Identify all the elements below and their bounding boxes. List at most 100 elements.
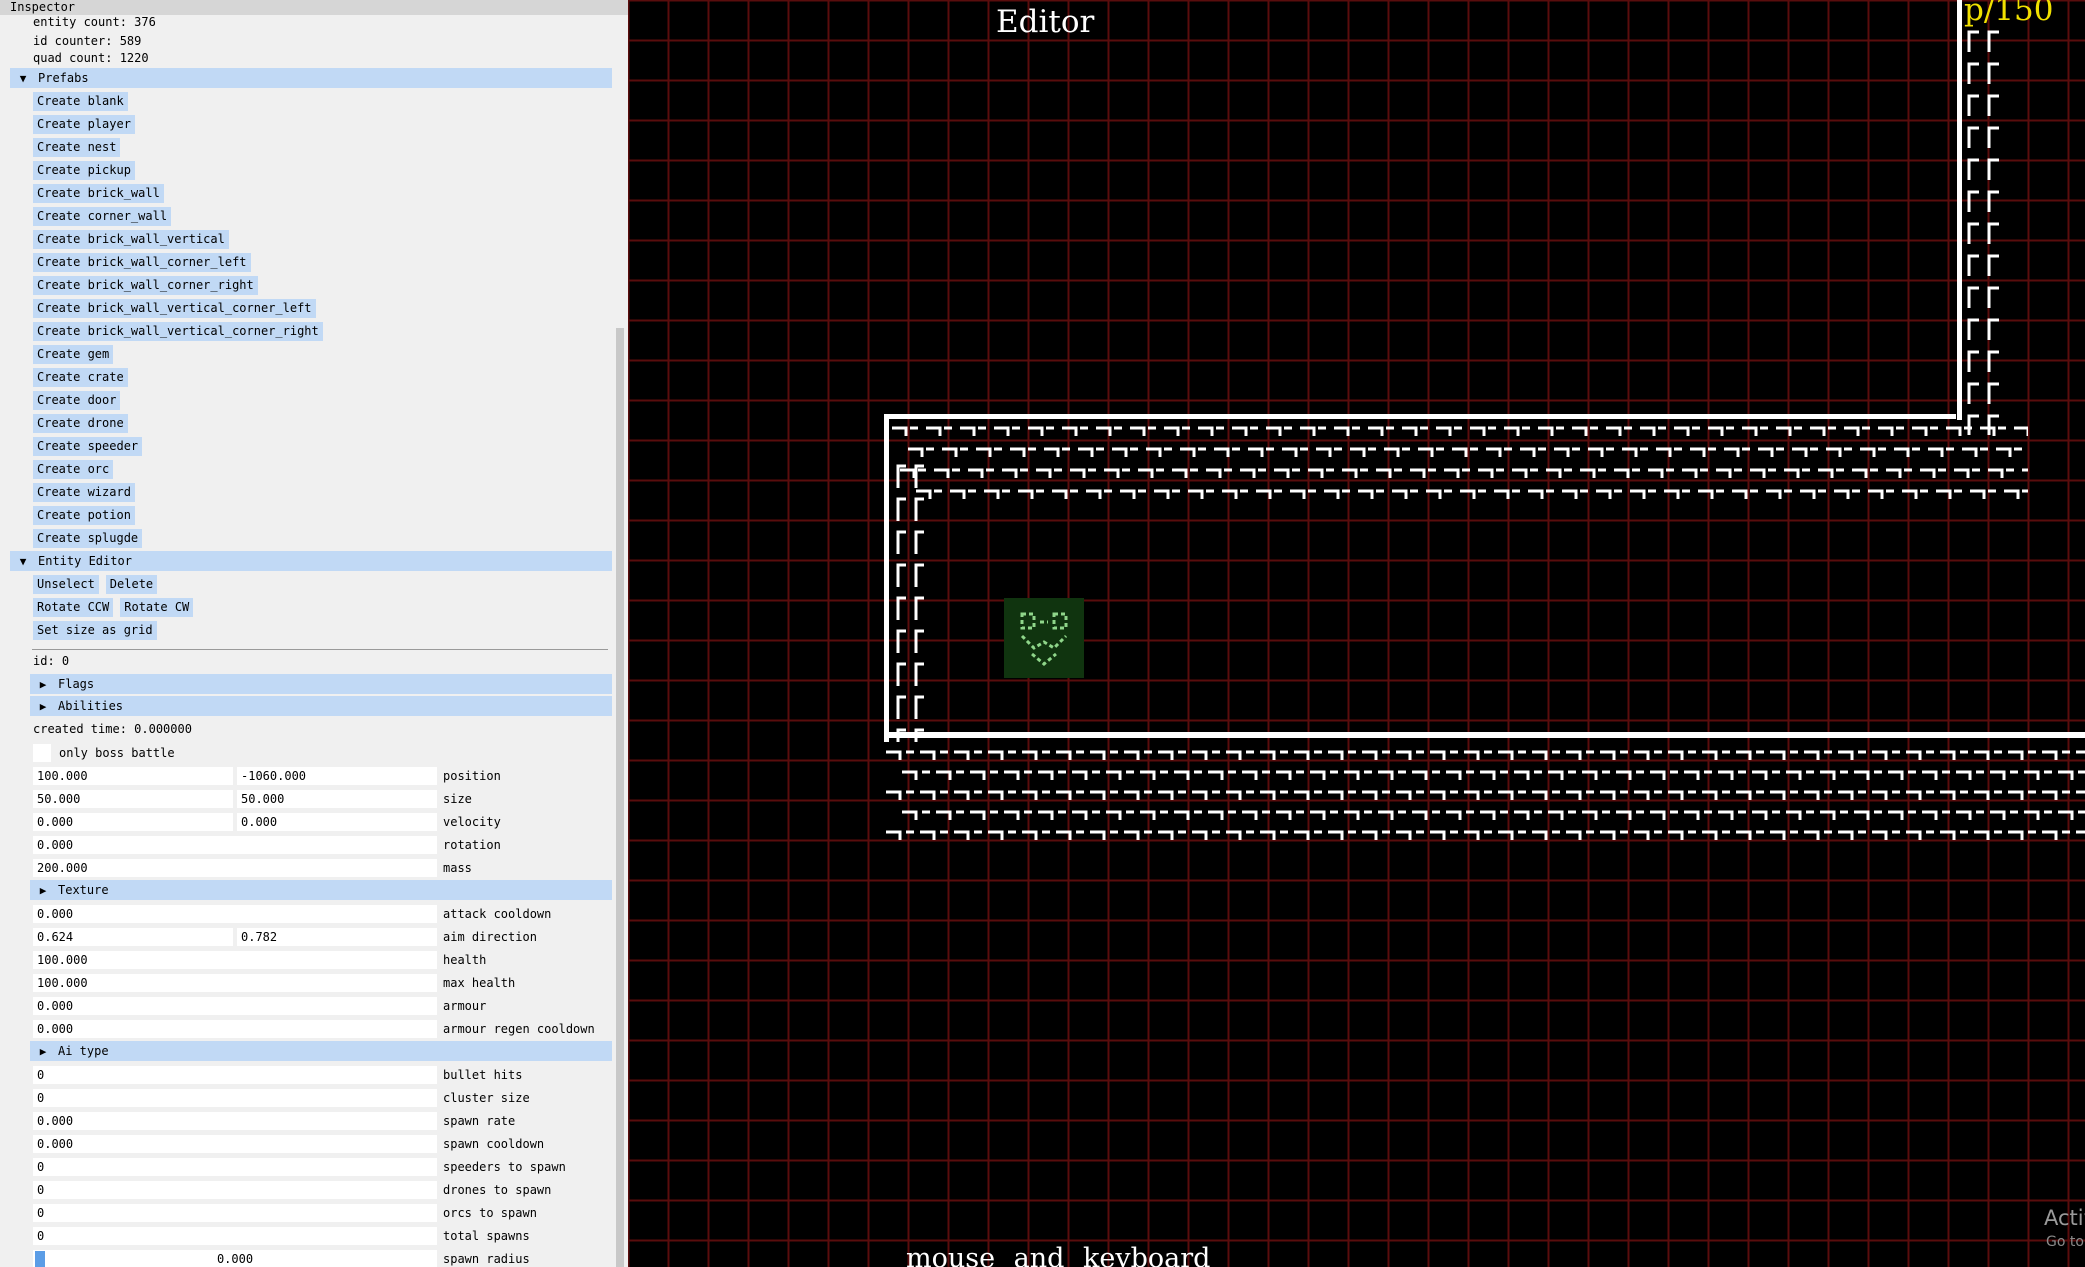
- inspector-scrollbar[interactable]: [616, 328, 624, 1267]
- brick-glyph: [1886, 468, 1902, 478]
- brick-glyph: [1240, 468, 1256, 478]
- selected-player-entity[interactable]: [1004, 598, 1084, 678]
- brick-glyph: [1987, 62, 1999, 84]
- brick-glyph: [896, 596, 906, 620]
- inspector-title-bar[interactable]: Inspector: [0, 0, 628, 15]
- health-input[interactable]: 100.000: [33, 950, 437, 969]
- spawn-cooldown-input[interactable]: 0.000: [33, 1134, 437, 1153]
- brick-glyph: [1872, 790, 1888, 800]
- spawn-radius-slider[interactable]: 0.000: [33, 1249, 437, 1267]
- create-brick-wall-corner-right-button[interactable]: Create brick_wall_corner_right: [33, 276, 258, 295]
- cluster-size-input[interactable]: 0: [33, 1088, 437, 1107]
- flags-header[interactable]: ▶ Flags: [30, 674, 612, 694]
- brick-glyph: [1130, 426, 1146, 436]
- aim-direction-y-input[interactable]: 0.782: [237, 927, 437, 946]
- brick-glyph: [1906, 830, 1922, 840]
- brick-glyph: [902, 810, 918, 820]
- create-blank-button[interactable]: Create blank: [33, 92, 128, 111]
- create-door-button[interactable]: Create door: [33, 391, 121, 410]
- brick-glyph: [1124, 830, 1140, 840]
- prefab-row: Create brick_wall_corner_right: [10, 274, 612, 297]
- velocity-x-input[interactable]: 0.000: [33, 812, 233, 831]
- armour-input[interactable]: 0.000: [33, 996, 437, 1015]
- brick-glyph: [1987, 158, 1999, 180]
- create-brick-wall-vertical-button[interactable]: Create brick_wall_vertical: [33, 230, 229, 249]
- bullet-hits-input[interactable]: 0: [33, 1065, 437, 1084]
- armour-regen-input[interactable]: 0.000: [33, 1019, 437, 1038]
- rotation-input[interactable]: 0.000: [33, 835, 437, 854]
- velocity-y-input[interactable]: 0.000: [237, 812, 437, 831]
- brick-glyph: [1328, 790, 1344, 800]
- brick-glyph: [1770, 790, 1786, 800]
- brick-glyph: [1260, 830, 1276, 840]
- create-crate-button[interactable]: Create crate: [33, 368, 128, 387]
- brick-glyph: [2008, 830, 2024, 840]
- brick-glyph: [1974, 790, 1990, 800]
- brick-glyph: [896, 530, 906, 554]
- position-y-input[interactable]: -1060.000: [237, 766, 437, 785]
- orcs-to-spawn-input[interactable]: 0: [33, 1203, 437, 1222]
- brick-glyph: [1308, 468, 1324, 478]
- brick-glyph: [1736, 750, 1752, 760]
- unselect-button[interactable]: Unselect: [33, 575, 99, 594]
- brick-glyph: [1192, 790, 1208, 800]
- create-brick-wall-button[interactable]: Create brick_wall: [33, 184, 164, 203]
- texture-header[interactable]: ▶ Texture: [30, 880, 612, 900]
- size-y-input[interactable]: 50.000: [237, 789, 437, 808]
- set-size-as-grid-button[interactable]: Set size as grid: [33, 621, 157, 640]
- brick-glyph: [1987, 30, 1999, 52]
- speeders-to-spawn-input[interactable]: 0: [33, 1157, 437, 1176]
- prefabs-header[interactable]: ▼ Prefabs: [10, 68, 612, 88]
- spawn-rate-input[interactable]: 0.000: [33, 1111, 437, 1130]
- create-splugde-button[interactable]: Create splugde: [33, 529, 143, 548]
- brick-glyph: [914, 497, 924, 521]
- brick-glyph: [1834, 489, 1850, 499]
- mass-input[interactable]: 200.000: [33, 858, 437, 877]
- abilities-header[interactable]: ▶ Abilities: [30, 696, 612, 716]
- position-x-input[interactable]: 100.000: [33, 766, 233, 785]
- drones-to-spawn-input[interactable]: 0: [33, 1180, 437, 1199]
- fps-counter: p/150: [1964, 0, 2054, 28]
- entity-editor-header[interactable]: ▼ Entity Editor: [10, 551, 612, 571]
- brick-glyph: [1164, 426, 1180, 436]
- brick-glyph: [1334, 426, 1350, 436]
- create-wizard-button[interactable]: Create wizard: [33, 483, 135, 502]
- create-potion-button[interactable]: Create potion: [33, 506, 135, 525]
- create-gem-button[interactable]: Create gem: [33, 345, 114, 364]
- prefab-row: Create pickup: [10, 159, 612, 182]
- size-x-input[interactable]: 50.000: [33, 789, 233, 808]
- game-viewport[interactable]: Editor p/150 mouse and keyboard Activate…: [628, 0, 2085, 1267]
- rotate-ccw-button[interactable]: Rotate CCW: [33, 598, 114, 617]
- stat-quad-count: quad count: 1220: [33, 51, 149, 65]
- brick-glyph: [1566, 790, 1582, 800]
- brick-glyph: [1260, 750, 1276, 760]
- create-nest-button[interactable]: Create nest: [33, 138, 121, 157]
- brick-glyph: [1538, 426, 1554, 436]
- create-drone-button[interactable]: Create drone: [33, 414, 128, 433]
- create-brick-wall-vertical-corner-right-button[interactable]: Create brick_wall_vertical_corner_right: [33, 322, 323, 341]
- brick-glyph: [1990, 770, 2006, 780]
- brick-glyph: [1838, 790, 1854, 800]
- brick-glyph: [1732, 489, 1748, 499]
- max-health-input[interactable]: 100.000: [33, 973, 437, 992]
- brick-glyph: [1554, 447, 1570, 457]
- cluster-size-row: 0 cluster size: [10, 1086, 612, 1109]
- ai-type-header[interactable]: ▶ Ai type: [30, 1041, 612, 1061]
- create-pickup-button[interactable]: Create pickup: [33, 161, 135, 180]
- create-speeder-button[interactable]: Create speeder: [33, 437, 143, 456]
- brick-glyph: [1854, 810, 1870, 820]
- max-health-label: max health: [443, 975, 516, 990]
- delete-button[interactable]: Delete: [105, 575, 158, 594]
- create-player-button[interactable]: Create player: [33, 115, 135, 134]
- brick-glyph: [1242, 810, 1258, 820]
- attack-cooldown-input[interactable]: 0.000: [33, 904, 437, 923]
- create-corner-wall-button[interactable]: Create corner_wall: [33, 207, 172, 226]
- create-brick-wall-vertical-corner-left-button[interactable]: Create brick_wall_vertical_corner_left: [33, 299, 316, 318]
- rotate-cw-button[interactable]: Rotate CW: [120, 598, 194, 617]
- create-brick-wall-corner-left-button[interactable]: Create brick_wall_corner_left: [33, 253, 251, 272]
- only-boss-battle-checkbox[interactable]: [33, 743, 51, 762]
- total-spawns-input[interactable]: 0: [33, 1226, 437, 1245]
- create-orc-button[interactable]: Create orc: [33, 460, 114, 479]
- aim-direction-x-input[interactable]: 0.624: [33, 927, 233, 946]
- total-spawns-row: 0 total spawns: [10, 1224, 612, 1247]
